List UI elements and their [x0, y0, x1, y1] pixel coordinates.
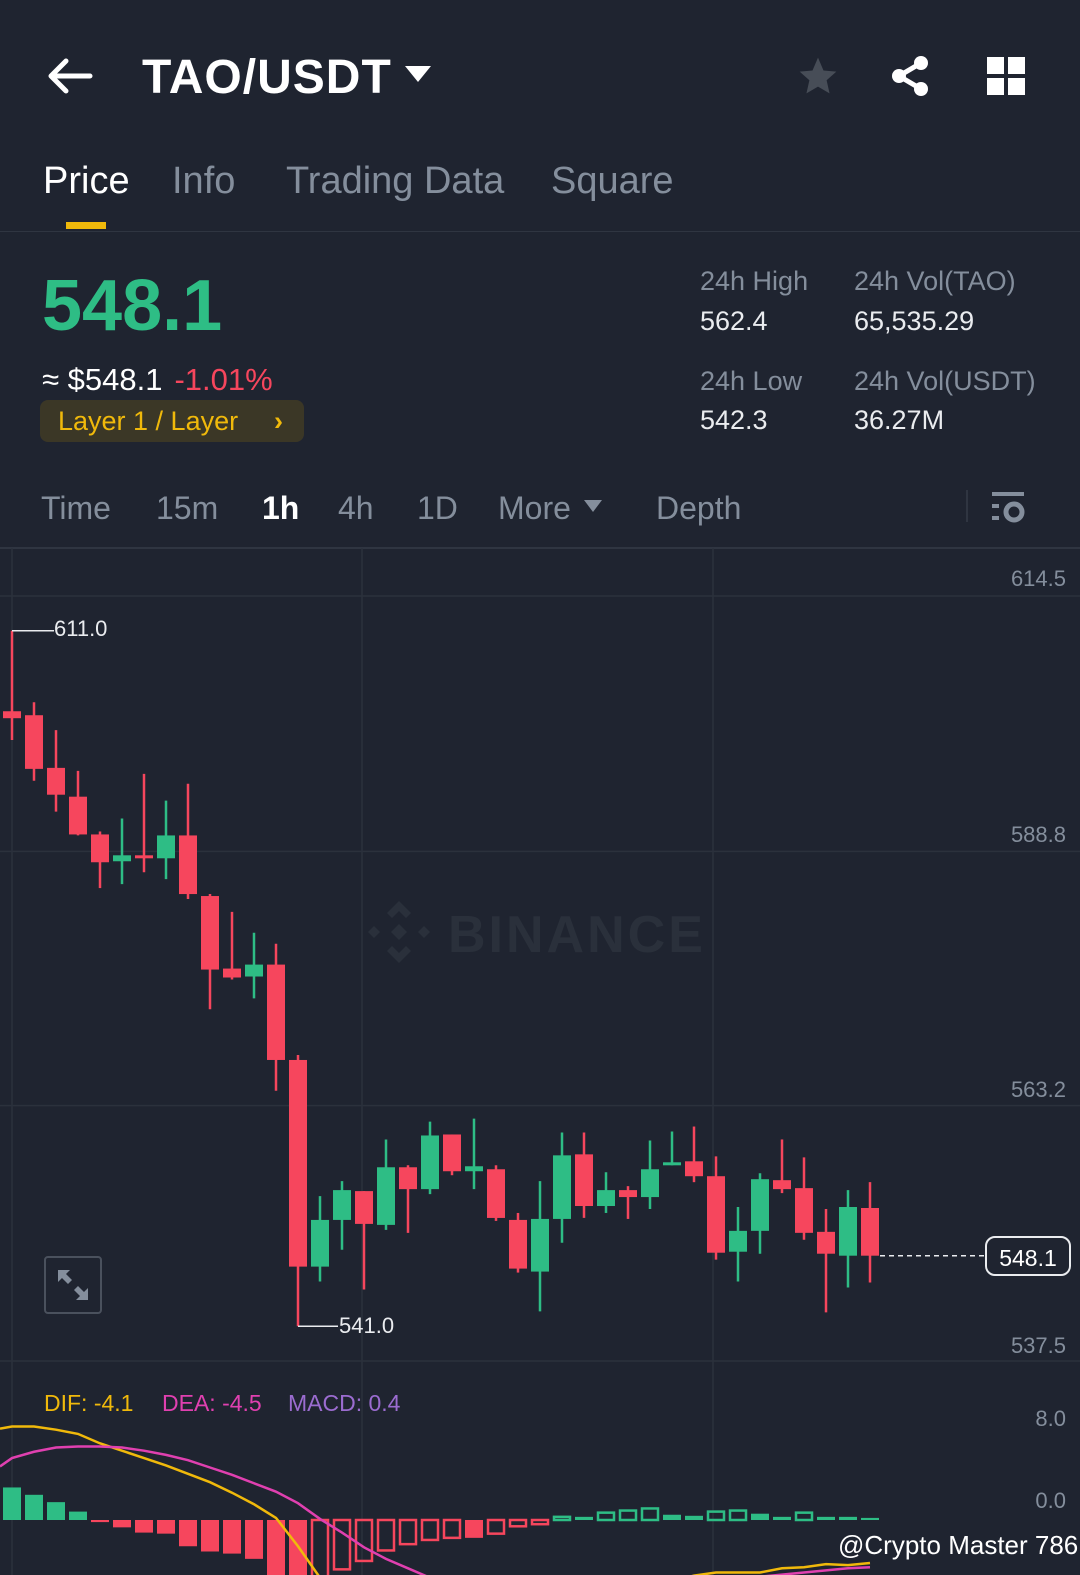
candle-down [619, 1190, 637, 1198]
macd-bar [530, 1518, 550, 1526]
macd-bar [157, 1520, 175, 1534]
macd-bar [310, 1518, 330, 1575]
max-price-label: 611.0 [54, 616, 108, 641]
candle-down [795, 1188, 813, 1233]
macd-bar [354, 1518, 374, 1563]
macd-bar [861, 1517, 879, 1520]
candle-up [421, 1135, 439, 1190]
candle-down [69, 796, 87, 835]
expand-icon [58, 1270, 88, 1300]
candle-down [267, 964, 285, 1060]
macd-bar [47, 1502, 65, 1520]
macd-bar [91, 1520, 109, 1523]
y-tick-label: 563.2 [1010, 1077, 1066, 1102]
candle-down [223, 968, 241, 978]
macd-bar [332, 1518, 352, 1571]
candle-down [685, 1161, 703, 1177]
candle-up [729, 1230, 747, 1252]
y-tick-label: 588.8 [1010, 822, 1066, 847]
dea-legend: DEA: -4.5 [162, 1390, 262, 1416]
candle-down [91, 834, 109, 863]
candle-down [355, 1191, 373, 1224]
macd-bar [773, 1516, 791, 1520]
candle-up [113, 855, 131, 862]
macd-y-tick: 0.0 [1035, 1488, 1066, 1513]
macd-bar [179, 1520, 197, 1547]
macd-legend: MACD: 0.4 [288, 1390, 401, 1416]
candle-down [179, 835, 197, 895]
macd-bar [201, 1520, 219, 1552]
candle-down [861, 1208, 879, 1256]
macd-bar [706, 1510, 726, 1522]
macd-bar [508, 1518, 528, 1528]
candle-up [465, 1166, 483, 1172]
macd-panel [0, 1425, 879, 1575]
candle-down [575, 1154, 593, 1207]
candle-down [289, 1059, 307, 1267]
macd-bar [596, 1511, 616, 1522]
candle-up [751, 1179, 769, 1231]
macd-bar [69, 1511, 87, 1520]
candle-up [597, 1190, 615, 1207]
macd-bar [751, 1513, 769, 1520]
macd-bar [640, 1507, 660, 1522]
candle-down [201, 896, 219, 970]
macd-bar [376, 1518, 396, 1552]
macd-bar [552, 1515, 572, 1522]
candlestick-chart[interactable] [0, 0, 1080, 1575]
macd-bar [486, 1518, 506, 1535]
macd-bar [245, 1520, 263, 1559]
macd-bar [575, 1516, 593, 1520]
candle-down [707, 1176, 725, 1253]
macd-bar [817, 1516, 835, 1520]
candle-up [245, 964, 263, 977]
dif-legend: DIF: -4.1 [44, 1390, 134, 1416]
macd-bar [113, 1520, 131, 1528]
macd-bar [663, 1514, 681, 1520]
candle-down [3, 711, 21, 719]
candle-up [333, 1190, 351, 1220]
candle-down [135, 855, 153, 859]
macd-bar [794, 1511, 814, 1522]
candle-down [47, 767, 65, 795]
candle-down [399, 1167, 417, 1190]
candle-up [157, 835, 175, 859]
candle-up [641, 1169, 659, 1198]
fullscreen-button[interactable] [44, 1256, 102, 1314]
macd-bar [223, 1520, 241, 1554]
candle-up [663, 1162, 681, 1166]
macd-bar [3, 1487, 21, 1520]
y-tick-label: 537.5 [1010, 1333, 1066, 1358]
credit-watermark: @Crypto Master 786 [838, 1530, 1079, 1560]
macd-y-tick: 8.0 [1035, 1406, 1066, 1431]
candle-down [509, 1219, 527, 1269]
macd-bar [135, 1520, 153, 1533]
macd-bar [618, 1509, 638, 1522]
candle-up [377, 1167, 395, 1225]
y-tick-label: 614.5 [1010, 566, 1066, 591]
candle-down [25, 715, 43, 769]
macd-bar [728, 1509, 748, 1522]
candle-up [531, 1218, 549, 1272]
macd-bar [442, 1518, 462, 1540]
candle-down [487, 1169, 505, 1218]
candle-down [817, 1231, 835, 1254]
macd-bar [420, 1518, 440, 1542]
candle-up [839, 1207, 857, 1256]
candle-down [443, 1134, 461, 1172]
candle-up [553, 1155, 571, 1219]
macd-bar [465, 1520, 483, 1538]
min-price-label: 541.0 [339, 1313, 395, 1338]
macd-bar [267, 1520, 285, 1575]
candle-down [773, 1180, 791, 1190]
macd-bar [839, 1516, 857, 1520]
current-price-marker: 548.1 [985, 1236, 1071, 1276]
candle-up [311, 1219, 329, 1267]
macd-bar [685, 1515, 703, 1520]
macd-bar [25, 1494, 43, 1520]
macd-bar [398, 1518, 418, 1546]
